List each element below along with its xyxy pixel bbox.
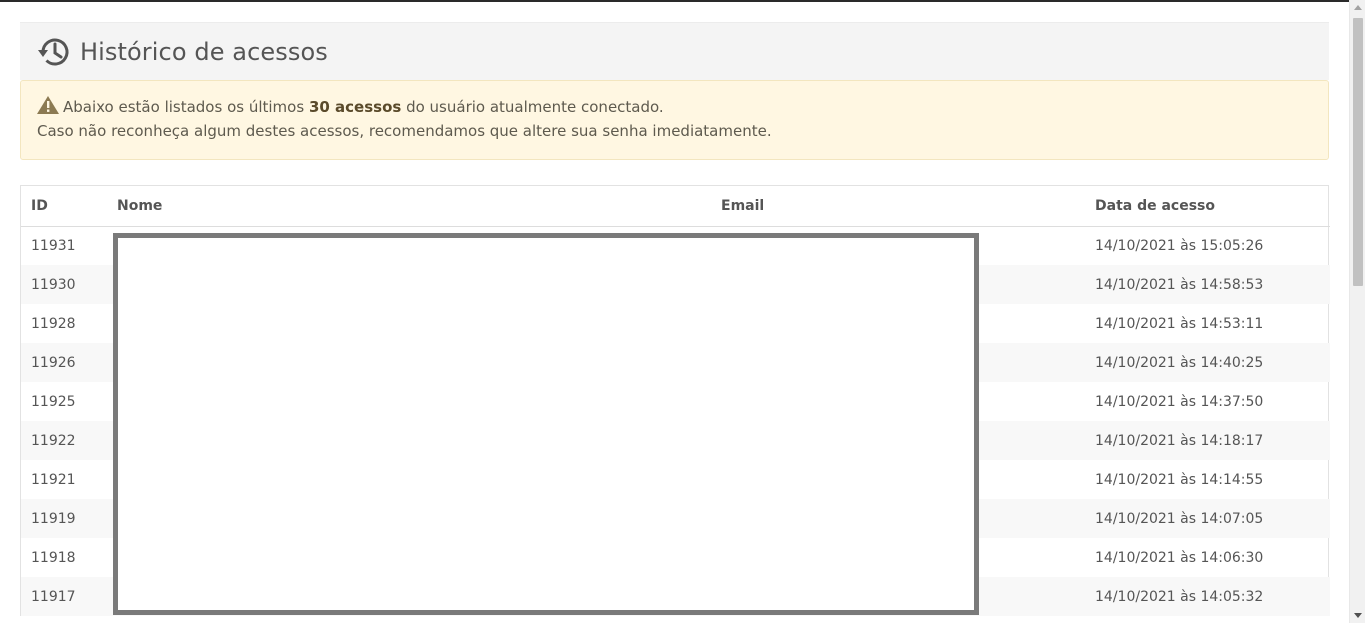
scroll-thumb[interactable] [1353,18,1363,286]
cell-data: 14/10/2021 às 14:18:17 [1085,421,1330,460]
cell-id: 11928 [31,315,76,332]
cell-id: 11926 [21,343,107,382]
cell-data: 14/10/2021 às 15:05:26 [1095,237,1264,254]
alert-line-1: Abaixo estão listados os últimos 30 aces… [37,95,1328,119]
top-border [0,0,1365,2]
column-header-nome: Nome [107,186,711,227]
cell-data: 14/10/2021 às 14:37:50 [1095,393,1264,410]
page-title: Histórico de acessos [80,37,328,66]
cell-id: 11922 [21,421,107,460]
cell-data: 14/10/2021 às 14:06:30 [1095,549,1264,566]
cell-data: 14/10/2021 às 14:05:32 [1085,577,1330,616]
scroll-down-arrow-icon[interactable] [1354,613,1362,618]
column-header-id: ID [21,186,107,227]
alert-text-prefix: Abaixo estão listados os últimos [63,98,309,116]
alert-count: 30 acessos [308,98,402,116]
page-header: Histórico de acessos [20,22,1329,80]
cell-id: 11930 [21,265,107,304]
scroll-up-arrow-icon[interactable] [1354,5,1362,10]
column-header-email: Email [711,186,1085,227]
alert-line-2: Caso não reconheça algum destes acessos,… [37,122,772,140]
cell-data: 14/10/2021 às 14:07:05 [1085,499,1330,538]
cell-id: 11919 [21,499,107,538]
column-header-data: Data de acesso [1085,186,1330,227]
vertical-scrollbar[interactable] [1349,0,1365,623]
cell-data: 14/10/2021 às 14:40:25 [1085,343,1330,382]
cell-id: 11918 [31,549,76,566]
cell-id: 11931 [31,237,76,254]
cell-data: 14/10/2021 às 14:53:11 [1095,315,1264,332]
cell-id: 11921 [31,471,76,488]
cell-data: 14/10/2021 às 14:14:55 [1095,471,1264,488]
cell-id: 11925 [31,393,76,410]
alert-text-suffix: do usuário atualmente conectado. [401,98,664,116]
redaction-box [113,233,979,615]
warning-icon [37,96,59,114]
cell-id: 11917 [21,577,107,616]
warning-alert: Abaixo estão listados os últimos 30 aces… [20,80,1329,160]
history-icon [36,33,74,71]
cell-data: 14/10/2021 às 14:58:53 [1085,265,1330,304]
table-header-row: ID Nome Email Data de acesso [21,186,1330,227]
